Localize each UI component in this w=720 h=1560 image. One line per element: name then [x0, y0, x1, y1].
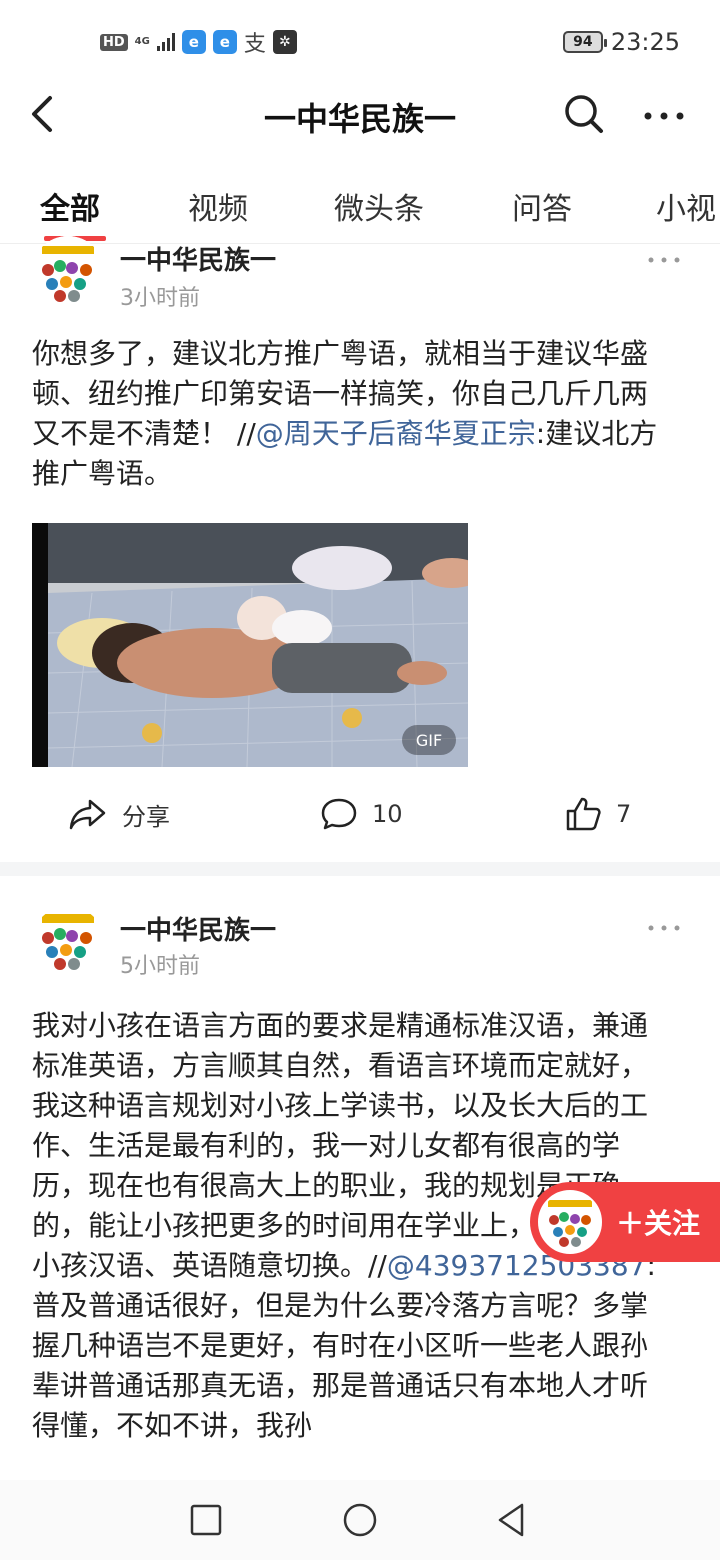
share-label: 分享 [122, 802, 170, 831]
post-time: 3小时前 [120, 286, 200, 311]
gif-thumbnail [32, 523, 468, 767]
clock: 23:25 [610, 28, 680, 56]
status-bar: HD 4G e e 支 ✲ 94 23:25 [0, 0, 720, 84]
battery-icon: 94 [562, 31, 607, 53]
network-type: 4G [134, 36, 150, 47]
tab-short-video[interactable]: 小视 [656, 184, 716, 228]
alipay-icon: 支 [243, 32, 266, 57]
post-text[interactable]: 你想多了，建议北方推广粤语，就相当于建议华盛顿、纽约推广印第安语一样搞笑，你自己… [32, 334, 672, 504]
tab-bar: 全部 视频 微头条 问答 小视 [0, 170, 720, 244]
home-icon[interactable] [340, 1500, 380, 1540]
author-name[interactable]: 一中华民族一 [120, 910, 276, 947]
post-more-icon[interactable] [646, 918, 682, 938]
tab-video[interactable]: 视频 [188, 184, 248, 228]
post-more-icon[interactable] [646, 250, 682, 270]
mention-link[interactable]: @周天子后裔华夏正宗 [256, 417, 536, 450]
status-left: HD 4G e e 支 ✲ [100, 28, 297, 57]
post-image[interactable]: GIF [32, 523, 468, 767]
author-avatar[interactable] [32, 906, 104, 978]
tab-qa[interactable]: 问答 [512, 184, 572, 228]
like-button[interactable]: 7 [564, 790, 631, 838]
follow-label: ＋关注 [616, 1207, 701, 1240]
author-name[interactable]: 一中华民族一 [120, 240, 276, 277]
tab-micro-headlines[interactable]: 微头条 [334, 184, 424, 228]
share-icon [69, 799, 106, 830]
back-nav-icon[interactable] [492, 1500, 532, 1540]
page-title: 一中华民族一 [263, 100, 456, 138]
search-icon[interactable] [562, 92, 606, 136]
post-actions: 分享 10 7 [0, 790, 720, 838]
comment-count: 10 [372, 800, 403, 828]
post-divider [0, 862, 720, 876]
follow-avatar [538, 1190, 602, 1254]
browser-app-icon-2: e [212, 30, 237, 54]
thumbs-up-icon [566, 797, 601, 831]
author-avatar[interactable] [32, 236, 104, 308]
system-nav-bar [0, 1480, 720, 1560]
hd-indicator: HD [100, 33, 128, 51]
post-time: 5小时前 [120, 954, 200, 979]
tab-all[interactable]: 全部 [40, 184, 100, 228]
recent-apps-icon[interactable] [186, 1500, 226, 1540]
comment-button[interactable]: 10 [320, 790, 403, 838]
comment-icon [321, 798, 357, 830]
share-button[interactable]: 分享 [68, 790, 170, 838]
gif-badge: GIF [402, 725, 456, 755]
top-header: 一中华民族一 [0, 84, 720, 170]
signal-icon [156, 33, 175, 51]
more-options-icon[interactable] [640, 92, 688, 136]
app-notification-icon: ✲ [272, 30, 297, 54]
like-count: 7 [616, 800, 632, 828]
status-right: 94 23:25 [562, 28, 680, 56]
browser-app-icon: e [181, 30, 206, 54]
follow-button[interactable]: ＋关注 [530, 1182, 720, 1262]
